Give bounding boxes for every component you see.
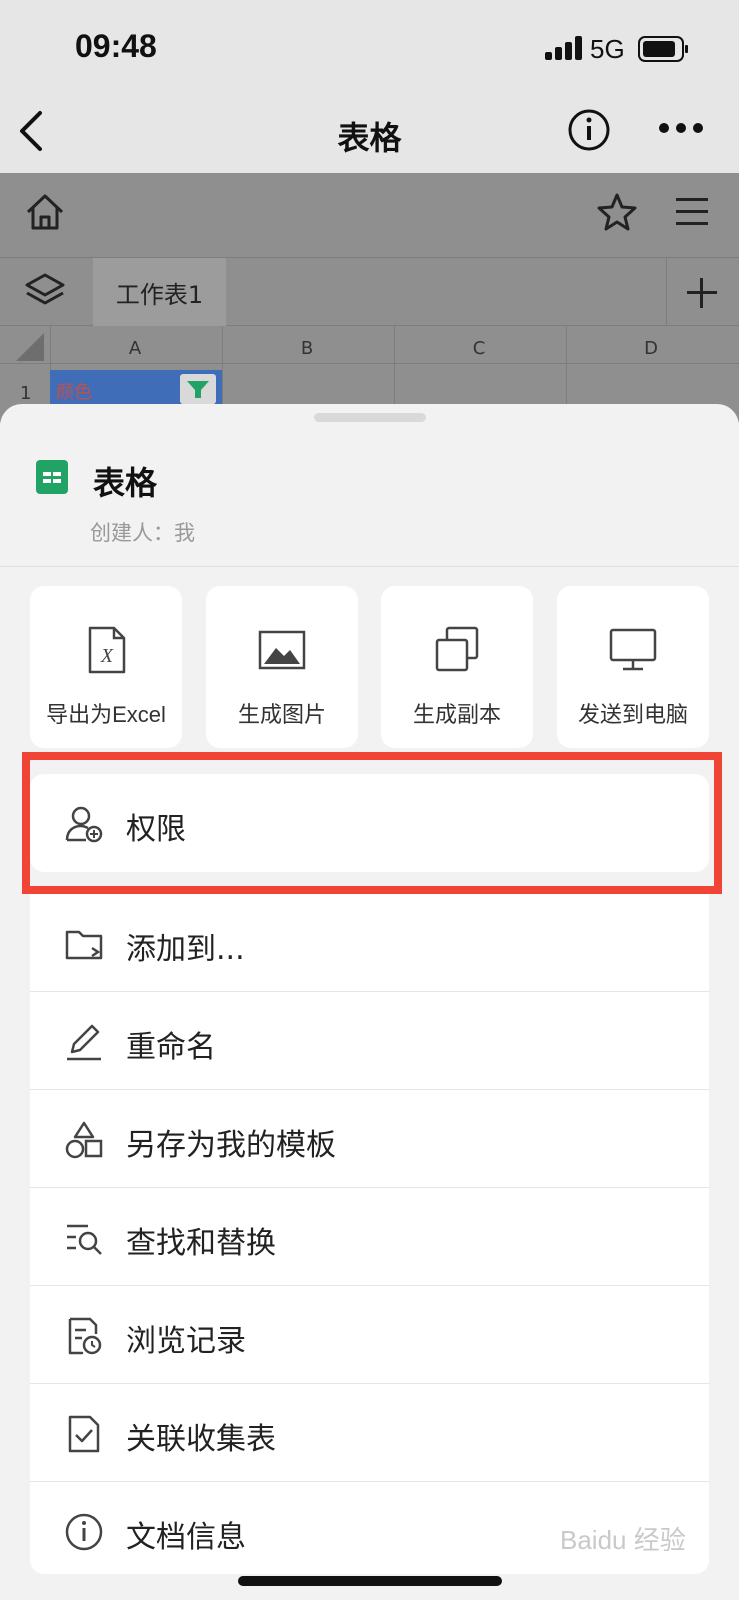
menu-icon[interactable]: [674, 196, 710, 232]
filter-icon[interactable]: [180, 374, 216, 404]
monitor-icon: [609, 628, 657, 671]
doc-title: 表格: [93, 464, 158, 502]
card-label: 导出为Excel: [46, 702, 166, 727]
watermark: Baidu 经验: [560, 1525, 686, 1555]
chevron-left-icon: [20, 111, 42, 151]
back-button[interactable]: [10, 107, 54, 155]
history-doc-icon: [68, 1317, 102, 1355]
battery-icon: [638, 36, 690, 66]
nav-bar: 表格: [0, 95, 739, 173]
excel-file-icon: X: [88, 626, 126, 674]
column-header-d[interactable]: D: [566, 338, 736, 359]
pencil-icon: [67, 1024, 101, 1061]
check-doc-icon: [68, 1415, 100, 1453]
shapes-icon: [65, 1121, 103, 1159]
copy-icon: [435, 626, 479, 672]
signal-icon: [545, 36, 583, 60]
info-circle-icon: [568, 109, 610, 151]
menu-item-link-form[interactable]: 关联收集表: [30, 1384, 709, 1482]
more-button[interactable]: [658, 118, 704, 138]
select-all-corner[interactable]: [16, 333, 44, 365]
menu-label: 浏览记录: [126, 1324, 246, 1359]
card-label: 发送到电脑: [577, 702, 688, 727]
cell-a1-text: 颜色: [56, 382, 92, 403]
menu-item-find-replace[interactable]: 查找和替换: [30, 1188, 709, 1286]
status-time: 09:48: [75, 28, 157, 64]
home-indicator[interactable]: [238, 1576, 502, 1586]
card-label: 生成图片: [237, 702, 326, 727]
highlight-box: [22, 752, 722, 894]
menu-item-history[interactable]: 浏览记录: [30, 1286, 709, 1384]
sheet-file-icon: [36, 460, 68, 498]
layers-icon[interactable]: [24, 272, 66, 312]
menu-item-save-template[interactable]: 另存为我的模板: [30, 1090, 709, 1188]
send-to-pc-button[interactable]: 发送到电脑: [557, 586, 709, 748]
divider: [0, 566, 739, 567]
menu-label: 另存为我的模板: [126, 1128, 336, 1163]
network-type: 5G: [590, 34, 625, 64]
menu-label: 关联收集表: [126, 1422, 276, 1457]
export-excel-button[interactable]: X 导出为Excel: [30, 586, 182, 748]
column-header-b[interactable]: B: [222, 338, 392, 359]
row-number: 1: [20, 383, 32, 404]
search-list-icon: [67, 1224, 102, 1255]
star-icon[interactable]: [596, 192, 638, 236]
column-header-a[interactable]: A: [50, 338, 220, 359]
home-icon[interactable]: [24, 192, 66, 236]
menu-label: 查找和替换: [126, 1226, 276, 1261]
menu-label: 文档信息: [126, 1520, 246, 1555]
make-copy-button[interactable]: 生成副本: [381, 586, 533, 748]
add-sheet-icon[interactable]: [685, 276, 719, 314]
drag-handle[interactable]: [314, 413, 426, 422]
doc-creator: 创建人：我: [90, 521, 195, 545]
menu-item-rename[interactable]: 重命名: [30, 992, 709, 1090]
menu-label: 重命名: [126, 1030, 216, 1065]
folder-move-icon: [65, 930, 103, 960]
page-title: 表格: [337, 119, 402, 157]
svg-text:X: X: [100, 645, 114, 667]
column-header-c[interactable]: C: [394, 338, 564, 359]
info-button[interactable]: [567, 108, 611, 152]
image-icon: [258, 630, 306, 670]
info-icon: [65, 1513, 103, 1551]
card-label: 生成副本: [412, 702, 501, 727]
generate-image-button[interactable]: 生成图片: [206, 586, 358, 748]
menu-item-add-to[interactable]: 添加到...: [30, 894, 709, 992]
more-dots-icon: [659, 123, 703, 133]
menu-label: 添加到...: [126, 932, 245, 967]
tab-sheet1[interactable]: 工作表1: [93, 258, 226, 326]
